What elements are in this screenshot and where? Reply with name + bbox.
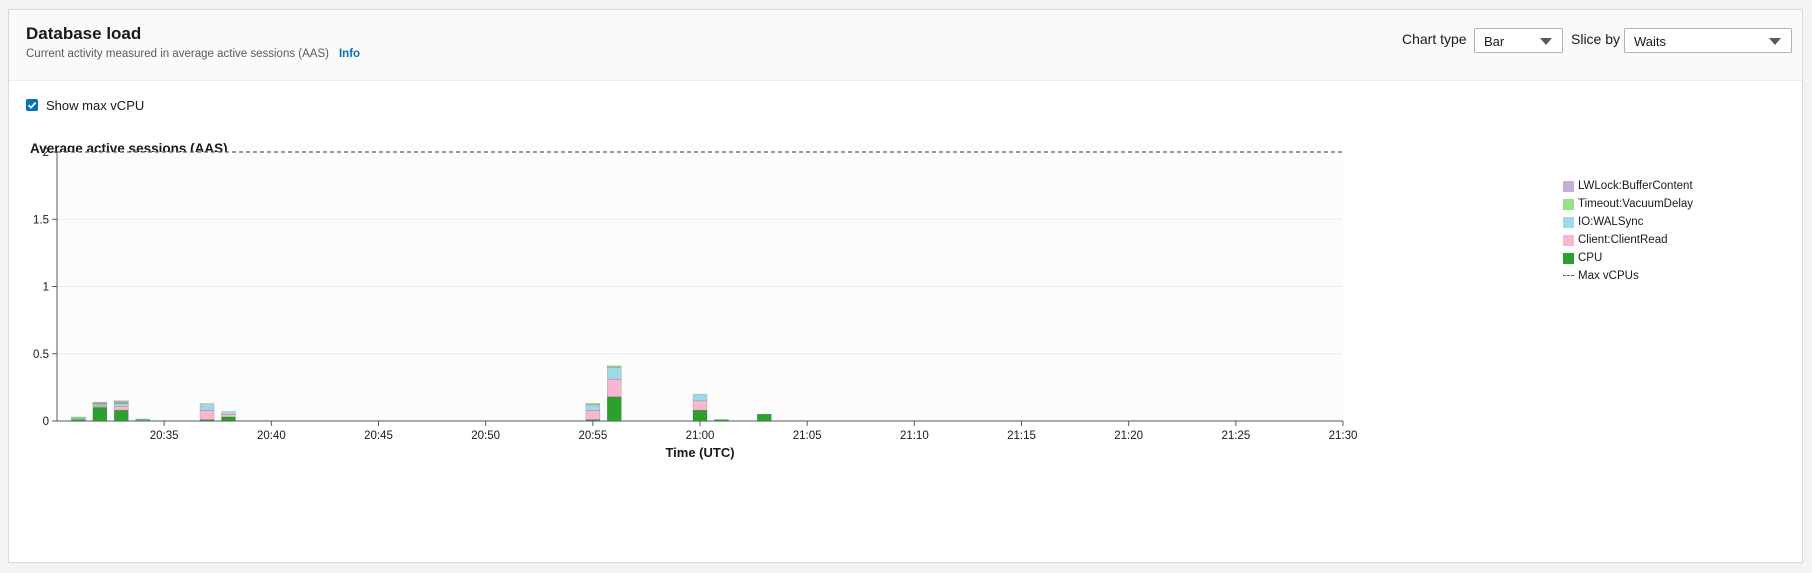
bar-segment bbox=[607, 365, 622, 368]
bar-segment bbox=[585, 409, 601, 420]
bar-segment bbox=[114, 409, 129, 422]
bar-segment bbox=[199, 409, 215, 420]
bar-segment bbox=[114, 405, 129, 411]
legend-label: Timeout:VacuumDelay bbox=[1578, 198, 1694, 210]
legend-item-max-vcpus: Max vCPUs bbox=[1563, 267, 1693, 285]
legend-label: Max vCPUs bbox=[1578, 270, 1639, 282]
x-tick-label: 21:25 bbox=[1221, 430, 1250, 442]
bar-segment bbox=[221, 416, 236, 422]
x-axis-label: Time (UTC) bbox=[665, 445, 734, 460]
x-tick-label: 21:20 bbox=[1114, 430, 1143, 442]
bar-segment bbox=[607, 366, 622, 380]
bar-segment bbox=[607, 379, 622, 398]
x-tick-label: 21:15 bbox=[1007, 430, 1036, 442]
bar-segment bbox=[692, 400, 708, 411]
chart-legend: LWLock:BufferContent Timeout:VacuumDelay I… bbox=[1563, 177, 1693, 285]
legend-item: Timeout:VacuumDelay bbox=[1563, 195, 1693, 213]
legend-dash-swatch bbox=[1563, 275, 1574, 277]
x-tick-label: 21:00 bbox=[686, 430, 715, 442]
bar-segment bbox=[585, 403, 601, 406]
x-tick-label: 21:30 bbox=[1329, 430, 1358, 442]
bar-segment bbox=[757, 414, 772, 422]
legend-item: LWLock:BufferContent bbox=[1563, 177, 1693, 195]
legend-label: Client:ClientRead bbox=[1578, 234, 1668, 246]
bar-segment bbox=[92, 401, 108, 404]
bar-segment bbox=[199, 403, 215, 411]
x-tick-label: 20:50 bbox=[471, 430, 500, 442]
bar-segment bbox=[114, 400, 129, 403]
bar-segment bbox=[221, 414, 236, 418]
y-tick-label: 2 bbox=[43, 147, 49, 159]
y-tick-label: 1 bbox=[43, 282, 49, 294]
bar-segment bbox=[585, 404, 601, 411]
x-tick-label: 20:45 bbox=[364, 430, 393, 442]
bar-segment bbox=[692, 409, 708, 422]
bar-segment bbox=[692, 393, 708, 402]
legend-swatch bbox=[1563, 198, 1574, 210]
legend-swatch bbox=[1563, 252, 1574, 264]
bar-segment bbox=[92, 407, 108, 422]
legend-item: IO:WALSync bbox=[1563, 213, 1693, 231]
y-tick-label: 1.5 bbox=[33, 214, 49, 226]
legend-label: CPU bbox=[1578, 252, 1603, 264]
bar-segment bbox=[135, 418, 150, 421]
x-tick-label: 21:05 bbox=[793, 430, 822, 442]
legend-label: LWLock:BufferContent bbox=[1578, 180, 1693, 192]
bar-segment bbox=[71, 416, 86, 419]
y-tick-label: 0 bbox=[43, 416, 49, 428]
x-tick-label: 21:10 bbox=[900, 430, 929, 442]
legend-swatch bbox=[1563, 180, 1574, 192]
legend-label: IO:WALSync bbox=[1578, 216, 1644, 228]
database-load-panel: Database load Current activity measured … bbox=[8, 9, 1803, 563]
legend-item: CPU bbox=[1563, 249, 1693, 267]
x-tick-label: 20:55 bbox=[578, 430, 607, 442]
aas-chart: 0 0.5 1 1.5 2 20:35 20:40 20:45 20:50 20:55 21:00 2… bbox=[33, 147, 1358, 460]
bar-segment bbox=[221, 411, 236, 415]
y-tick-label: 0.5 bbox=[33, 349, 49, 361]
legend-swatch bbox=[1563, 216, 1574, 228]
bar-segment bbox=[114, 403, 129, 407]
x-tick-label: 20:35 bbox=[150, 430, 179, 442]
x-tick-label: 20:40 bbox=[257, 430, 286, 442]
bar-segment bbox=[607, 396, 622, 422]
legend-item: Client:ClientRead bbox=[1563, 231, 1693, 249]
legend-swatch bbox=[1563, 234, 1574, 246]
bar-segment bbox=[714, 419, 729, 422]
